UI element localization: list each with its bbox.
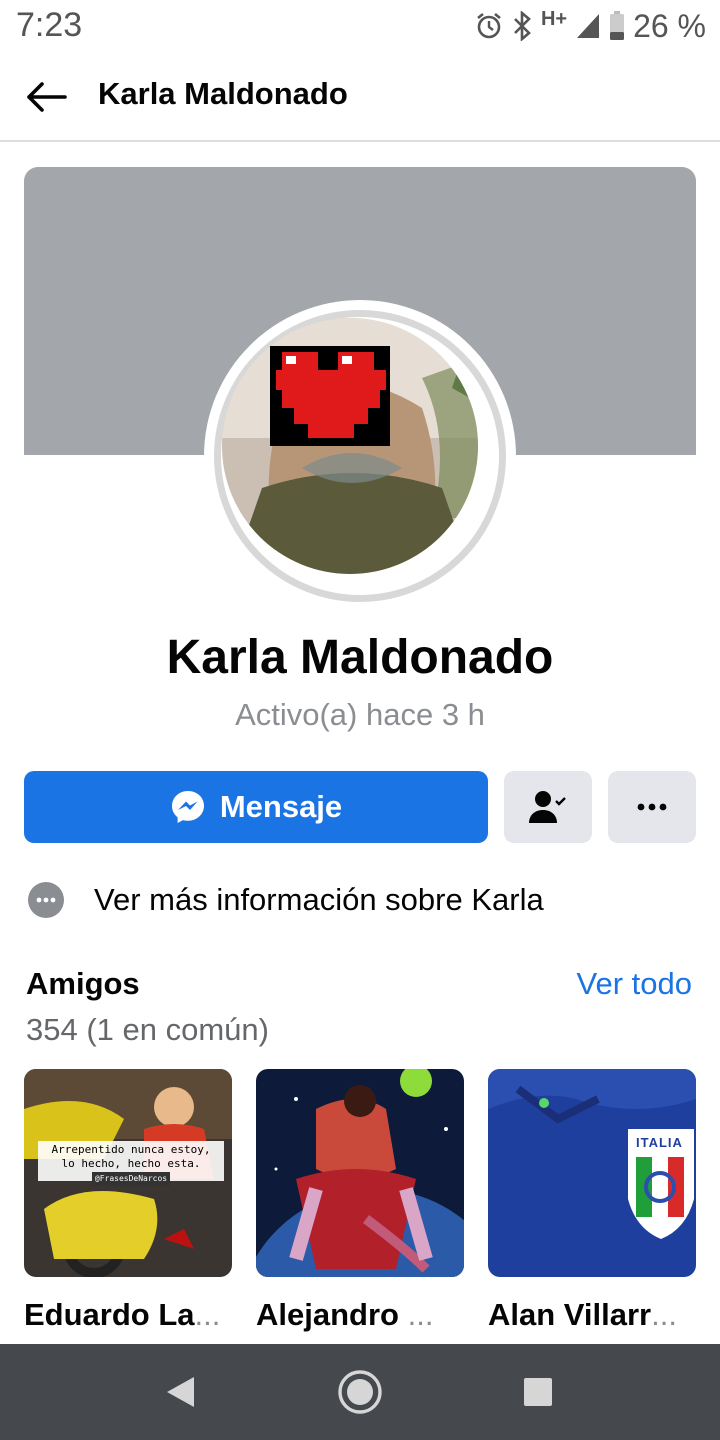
- system-nav-bar: [0, 1344, 720, 1440]
- nav-recents-icon: [524, 1378, 552, 1406]
- friend-photo: [256, 1069, 464, 1277]
- nav-recents-button[interactable]: [512, 1366, 564, 1418]
- message-button-label: Mensaje: [219, 789, 343, 824]
- friend-photo: Arrepentido nunca estoy, lo hecho, hecho…: [24, 1069, 232, 1277]
- status-time: 7:23: [16, 6, 83, 44]
- friends-title: Amigos: [26, 966, 140, 1001]
- friend-check-icon: [529, 791, 566, 823]
- friends-count: 354 (1 en común): [26, 1012, 269, 1047]
- nav-home-icon: [338, 1370, 382, 1414]
- profile-picture[interactable]: [204, 300, 516, 612]
- friend-name: Eduardo La...: [24, 1297, 221, 1332]
- friends-button[interactable]: [504, 771, 592, 843]
- friend-card[interactable]: Arrepentido nunca estoy, lo hecho, hecho…: [24, 1069, 232, 1333]
- italia-badge-text: ITALIA: [636, 1135, 683, 1150]
- friend-card[interactable]: Alejandro ...: [256, 1069, 464, 1333]
- alarm-icon: [475, 12, 503, 40]
- avatar: [222, 318, 478, 574]
- battery-level: 26 %: [633, 7, 706, 44]
- nav-back-icon: [167, 1377, 194, 1407]
- nav-back-button[interactable]: [154, 1366, 206, 1418]
- status-icons: H+ 26 %: [475, 6, 706, 46]
- app-bar: Karla Maldonado: [0, 52, 720, 142]
- message-button[interactable]: Mensaje: [24, 771, 488, 843]
- signal-icon: [575, 12, 601, 40]
- bluetooth-icon: [511, 11, 533, 41]
- friend-card[interactable]: ITALIA Alan Villarr...: [488, 1069, 696, 1333]
- back-button[interactable]: [22, 74, 70, 120]
- more-circle-icon: [28, 882, 64, 918]
- battery-icon: [609, 11, 625, 41]
- network-type: H+: [540, 7, 568, 30]
- see-all-friends-link[interactable]: Ver todo: [577, 966, 692, 1002]
- nav-home-button[interactable]: [334, 1366, 386, 1418]
- meme-text: Arrepentido nunca estoy, lo hecho, hecho…: [38, 1143, 224, 1186]
- more-horizontal-icon: [637, 803, 667, 811]
- friend-name: Alejandro ...: [256, 1297, 434, 1332]
- more-info-label: Ver más información sobre Karla: [94, 882, 544, 917]
- status-bar: 7:23 H+ 26 %: [0, 0, 720, 52]
- arrow-left-icon: [27, 82, 67, 112]
- friend-name: Alan Villarr...: [488, 1297, 677, 1332]
- active-status: Activo(a) hace 3 h: [235, 697, 485, 732]
- more-options-button[interactable]: [608, 771, 696, 843]
- app-bar-title: Karla Maldonado: [98, 76, 348, 111]
- profile-name: Karla Maldonado: [166, 631, 554, 684]
- messenger-icon: [171, 791, 204, 823]
- friend-photo: ITALIA: [488, 1069, 696, 1277]
- more-info-row[interactable]: Ver más información sobre Karla: [24, 870, 696, 930]
